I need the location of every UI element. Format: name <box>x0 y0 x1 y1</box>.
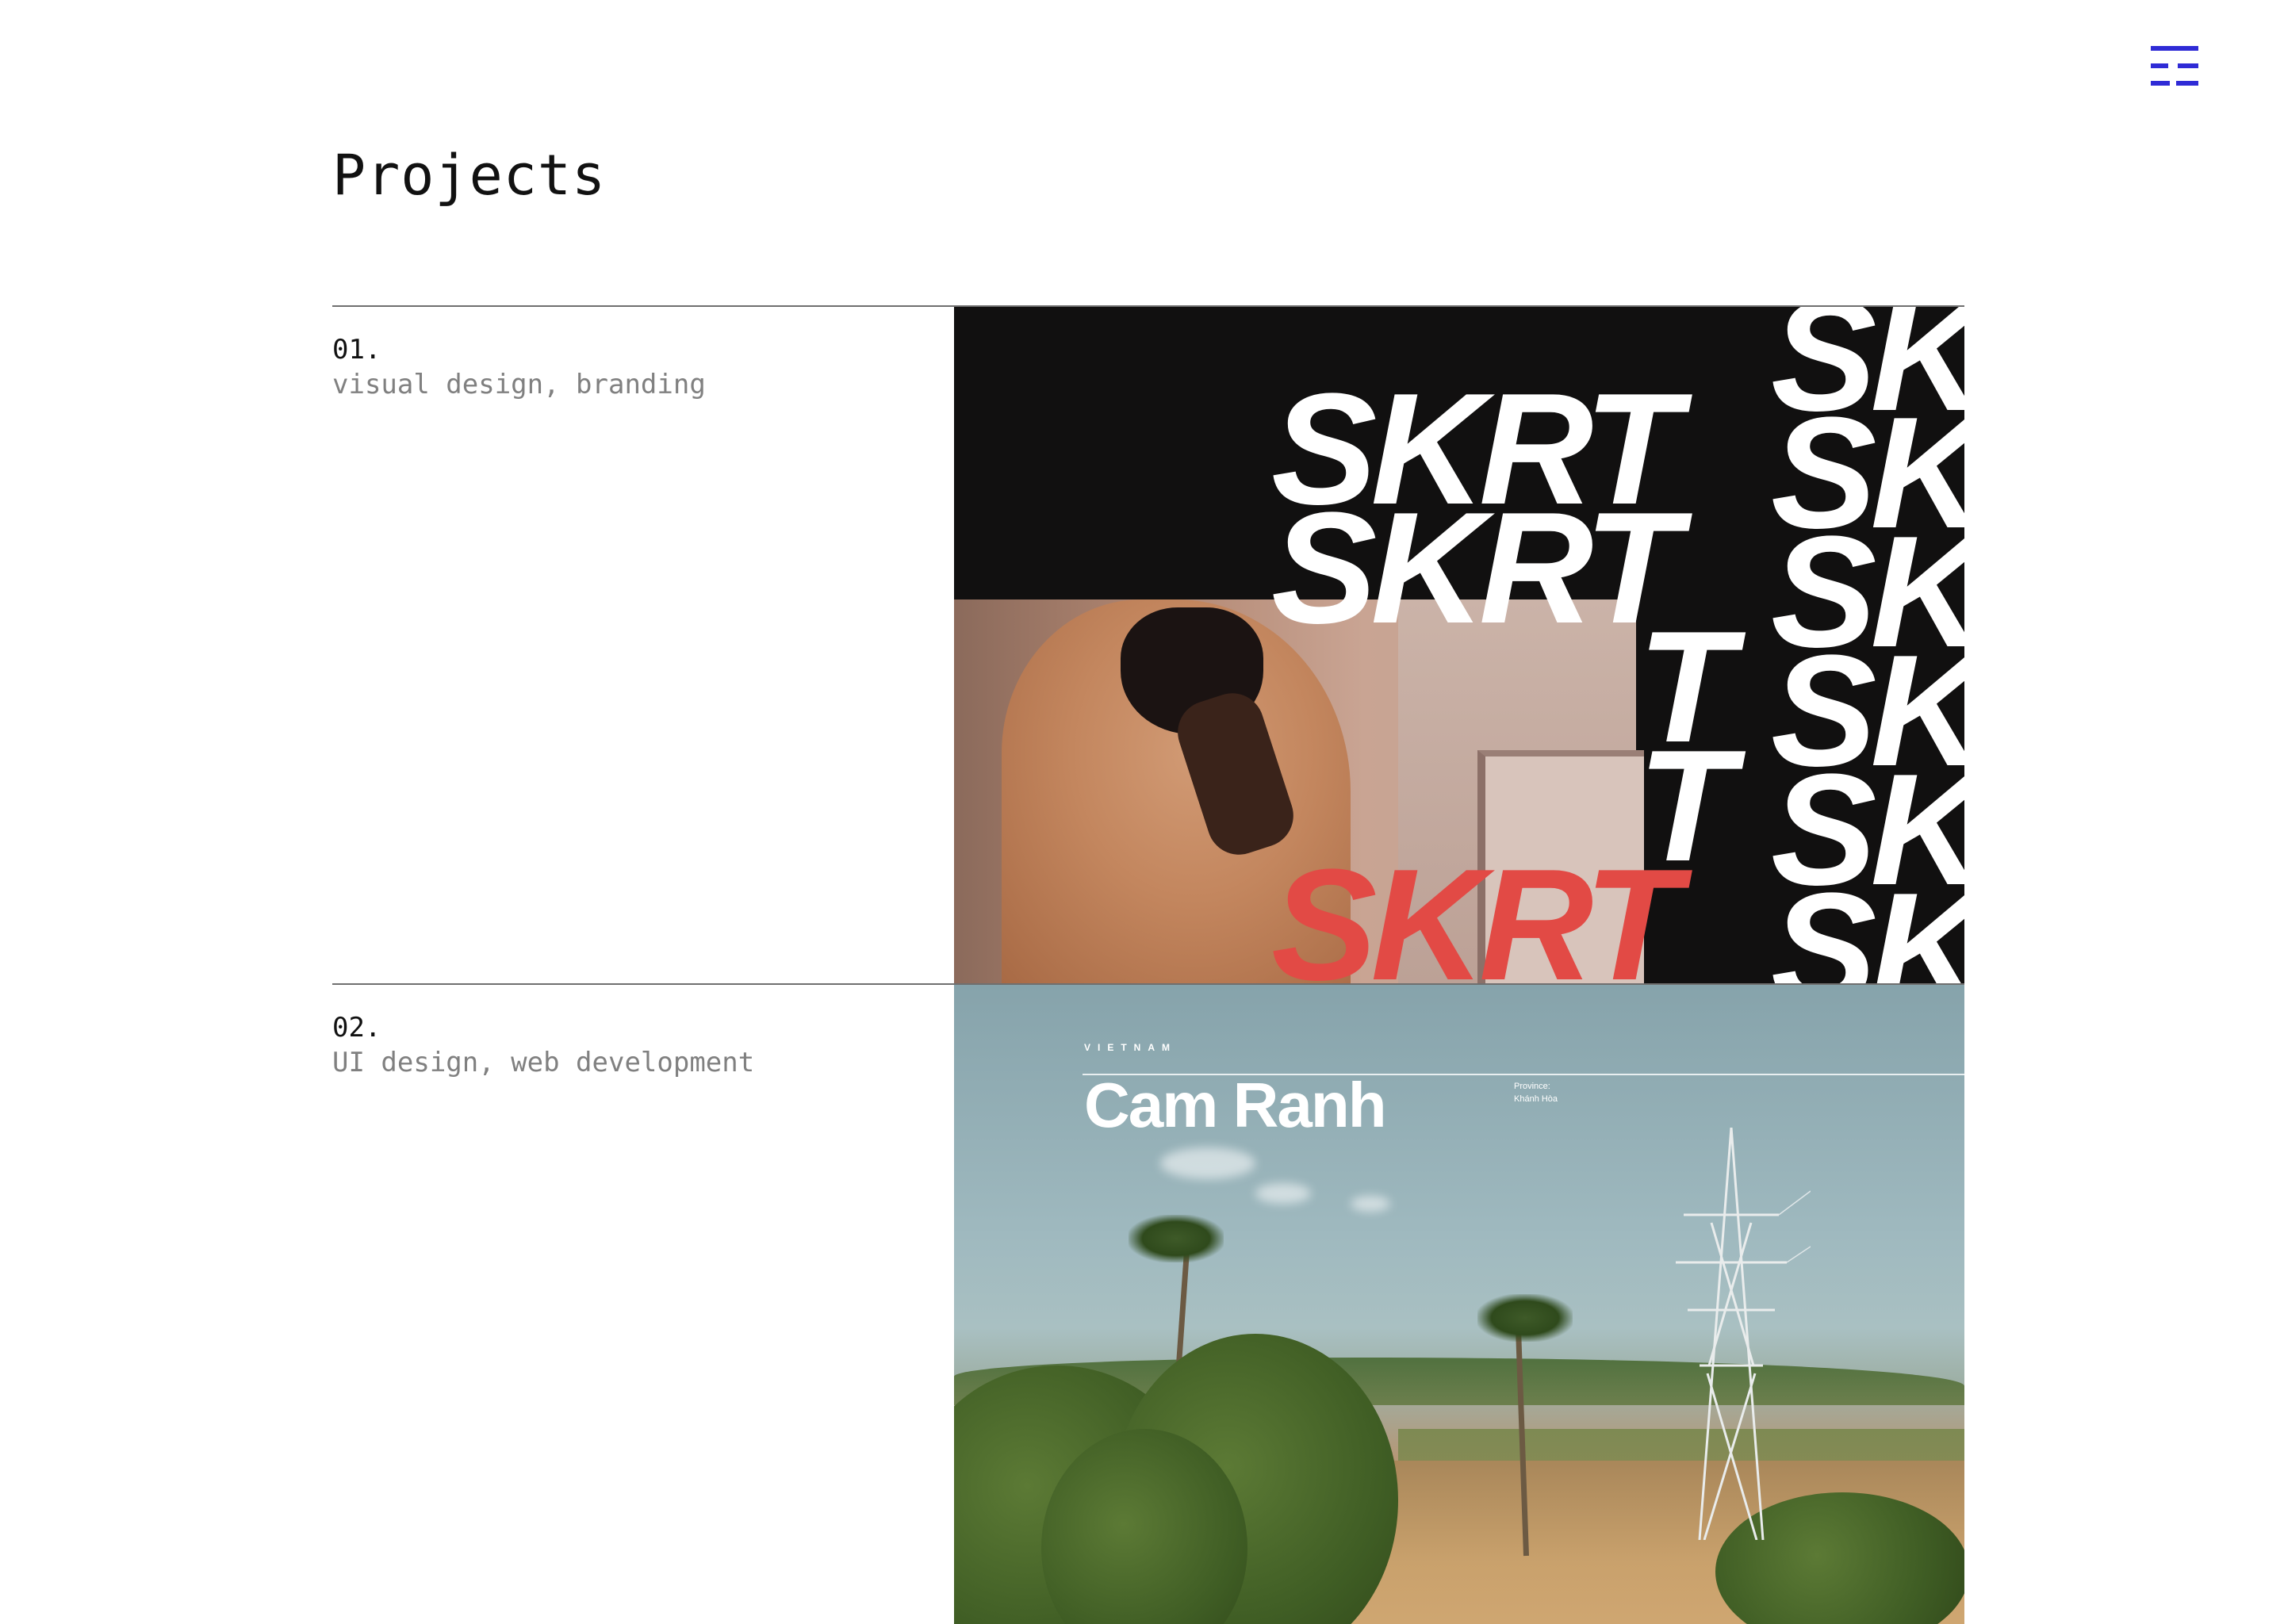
wordmark: SKRT <box>1271 480 1681 657</box>
project-tags: visual design, branding <box>332 369 706 400</box>
province-label: Province: <box>1514 1082 1550 1091</box>
page: Projects 01. visual design, branding SK … <box>0 0 2284 1624</box>
project-item[interactable]: 02. UI design, web development VIETNAM C… <box>332 983 1964 1624</box>
page-title: Projects <box>332 143 607 208</box>
project-thumbnail[interactable]: VIETNAM Cam Ranh Province: Khánh Hòa <box>954 985 1964 1624</box>
hamburger-menu-icon[interactable] <box>2151 46 2198 89</box>
wordmark-repeat: SK <box>1771 860 1964 984</box>
project-thumbnail[interactable]: SK SK SK SK SK SK SKRT SKRT T T SKRT <box>954 307 1964 983</box>
project-number: 02. <box>332 1012 381 1044</box>
project-item[interactable]: 01. visual design, branding SK SK SK SK … <box>332 305 1964 983</box>
province-value: Khánh Hòa <box>1514 1094 1558 1104</box>
city-title: Cam Ranh <box>1084 1070 1387 1140</box>
transmission-tower <box>1676 1128 1811 1540</box>
wordmark-accent: SKRT <box>1271 837 1681 984</box>
project-tags: UI design, web development <box>332 1047 755 1078</box>
project-number: 01. <box>332 334 381 366</box>
country-label: VIETNAM <box>1084 1042 1177 1053</box>
